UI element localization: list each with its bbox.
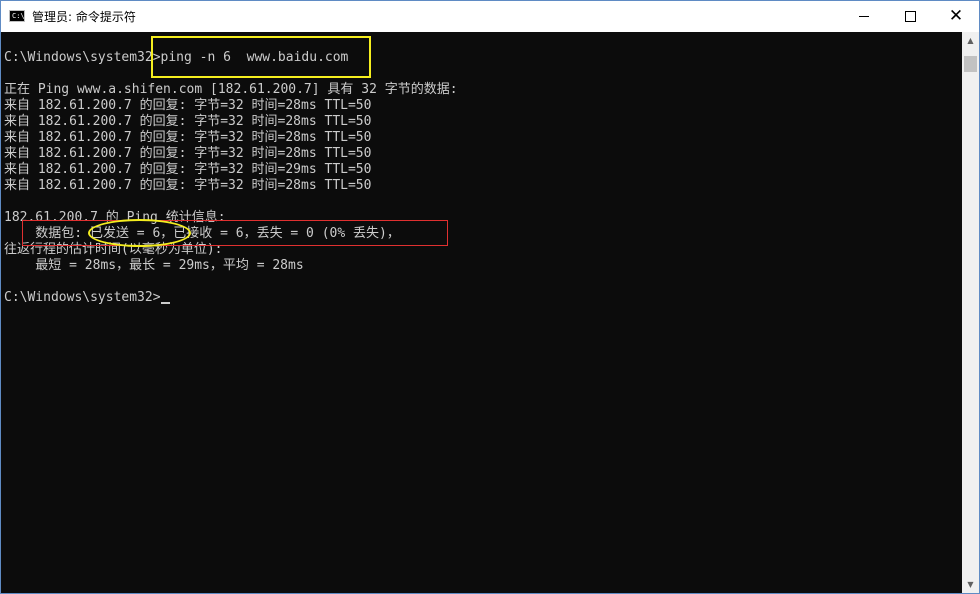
minimize-button[interactable] xyxy=(841,1,887,32)
command-prompt-window: C:\ 管理员: 命令提示符 ✕ C:\Windows\system32>pin… xyxy=(0,0,980,594)
console-text: C:\Windows\system32>ping -n 6 www.baidu.… xyxy=(4,50,458,306)
maximize-icon xyxy=(904,11,916,22)
console-line-reply: 来自 182.61.200.7 的回复: 字节=32 时间=28ms TTL=5… xyxy=(4,130,372,145)
console-icon[interactable]: C:\ xyxy=(9,10,25,22)
vertical-scrollbar[interactable]: ▲ ▼ xyxy=(962,32,979,593)
maximize-button[interactable] xyxy=(887,1,933,32)
console-line-rtt: 最短 = 28ms，最长 = 29ms，平均 = 28ms xyxy=(4,258,304,273)
window-title: 管理员: 命令提示符 xyxy=(32,10,136,24)
scroll-down-icon[interactable]: ▼ xyxy=(962,576,979,593)
console-line-command: C:\Windows\system32>ping -n 6 www.baidu.… xyxy=(4,50,349,65)
console-line-stats-header: 182.61.200.7 的 Ping 统计信息: xyxy=(4,210,226,225)
console-line-prompt[interactable]: C:\Windows\system32> xyxy=(4,290,458,306)
scroll-thumb[interactable] xyxy=(964,56,977,72)
console-line-ping-header: 正在 Ping www.a.shifen.com [182.61.200.7] … xyxy=(4,82,458,97)
console-line-packets: 数据包: 已发送 = 6，已接收 = 6，丢失 = 0 (0% 丢失)， xyxy=(4,226,400,241)
console-output-area[interactable]: C:\Windows\system32>ping -n 6 www.baidu.… xyxy=(1,32,962,593)
console-line-reply: 来自 182.61.200.7 的回复: 字节=32 时间=28ms TTL=5… xyxy=(4,98,372,113)
console-line-rtt-header: 往返行程的估计时间(以毫秒为单位): xyxy=(4,242,223,257)
close-icon: ✕ xyxy=(948,6,964,26)
text-cursor xyxy=(160,302,170,304)
console-line-reply: 来自 182.61.200.7 的回复: 字节=32 时间=28ms TTL=5… xyxy=(4,114,372,129)
console-line-reply: 来自 182.61.200.7 的回复: 字节=32 时间=28ms TTL=5… xyxy=(4,178,372,193)
prompt-text: C:\Windows\system32> xyxy=(4,290,161,305)
close-button[interactable]: ✕ xyxy=(933,1,979,32)
console-icon-text: C:\ xyxy=(12,12,25,20)
console-line-reply: 来自 182.61.200.7 的回复: 字节=32 时间=28ms TTL=5… xyxy=(4,146,372,161)
minimize-icon xyxy=(859,16,869,17)
title-bar[interactable]: C:\ 管理员: 命令提示符 ✕ xyxy=(1,1,979,32)
scroll-up-icon[interactable]: ▲ xyxy=(962,32,979,49)
console-line-reply: 来自 182.61.200.7 的回复: 字节=32 时间=29ms TTL=5… xyxy=(4,162,372,177)
